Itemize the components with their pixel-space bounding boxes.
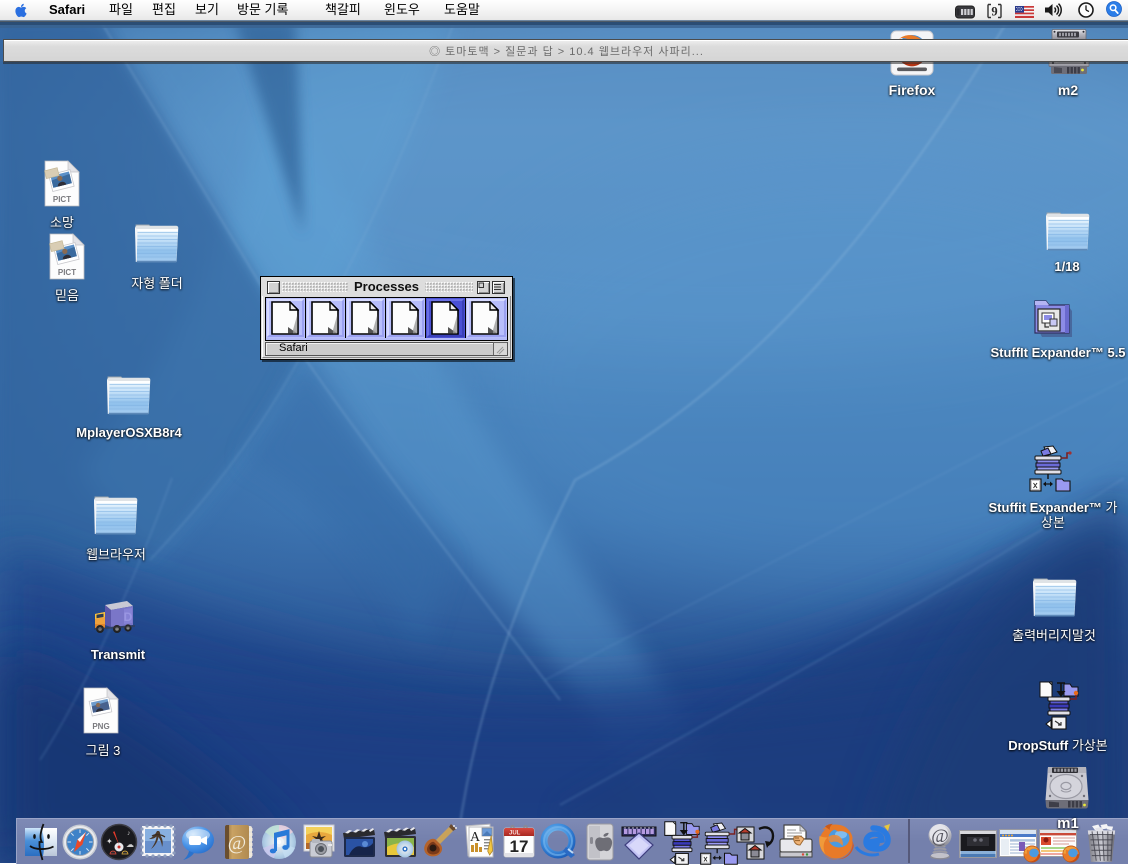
svg-text:9: 9	[991, 5, 997, 19]
